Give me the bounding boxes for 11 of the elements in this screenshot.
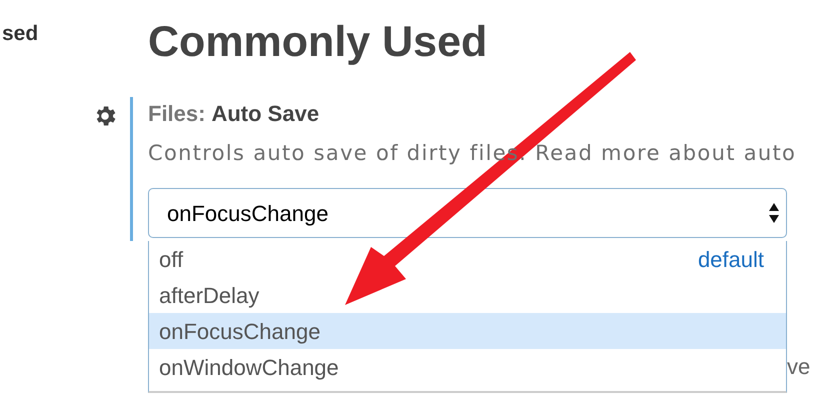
- dropdown-option[interactable]: afterDelay: [149, 277, 786, 313]
- dropdown-option[interactable]: onFocusChange: [149, 313, 786, 349]
- setting-category: Files:: [148, 100, 206, 128]
- sidebar-item[interactable]: sed: [2, 18, 92, 50]
- dropdown-option[interactable]: off default: [149, 241, 786, 277]
- dropdown-option[interactable]: onWindowChange: [149, 349, 786, 385]
- setting-title: Auto Save: [211, 100, 320, 128]
- setting-title-fragment: ve: [787, 353, 810, 381]
- section-title: Commonly Used: [148, 17, 488, 68]
- dropdown-select[interactable]: onFocusChange: [148, 188, 787, 238]
- dropdown-arrows-icon: [768, 202, 780, 224]
